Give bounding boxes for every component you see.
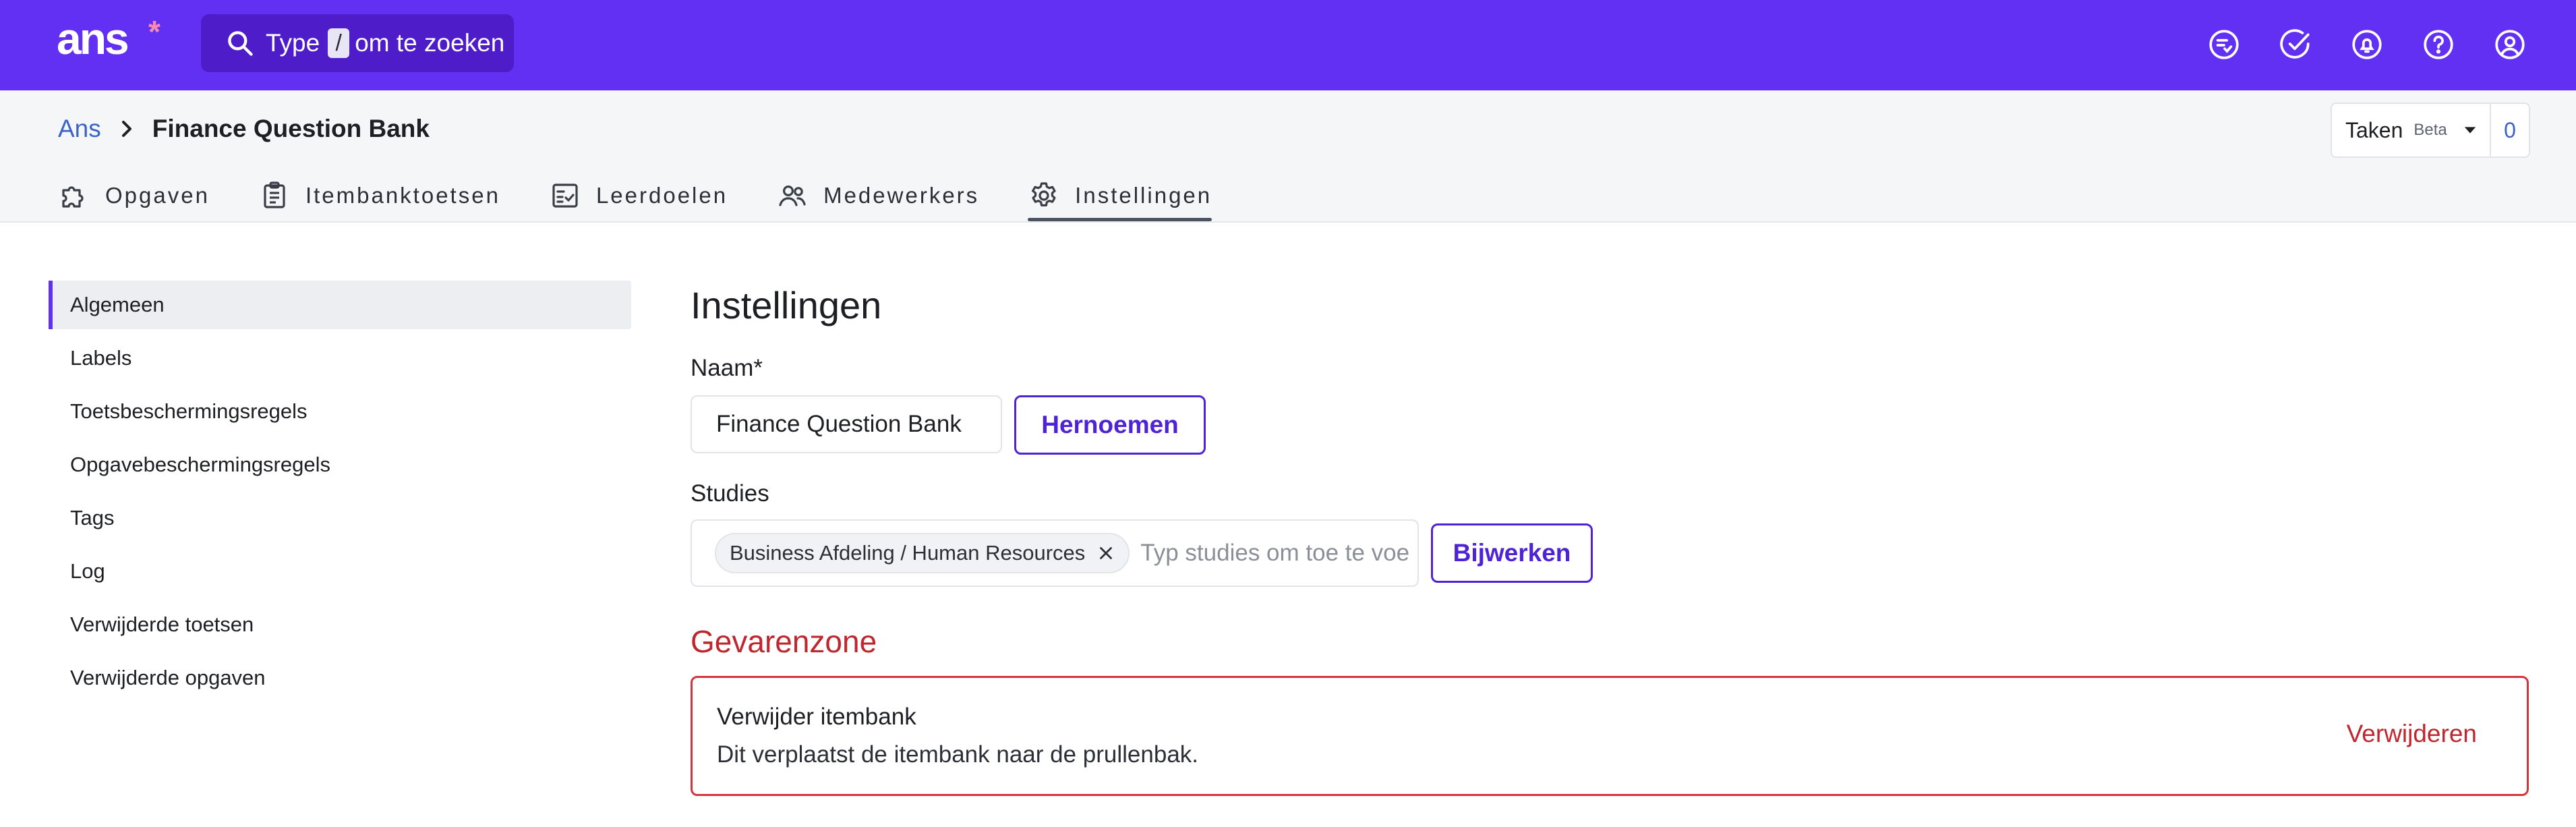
side-nav-item-tags[interactable]: Tags (49, 494, 631, 542)
breadcrumb: Ans Finance Question Bank (58, 115, 430, 143)
top-bar: ans * Type / om te zoeken (0, 0, 2576, 90)
chevron-right-icon (121, 121, 131, 137)
studies-input[interactable] (1140, 540, 1411, 567)
danger-zone-title: Gevarenzone (691, 624, 877, 659)
breadcrumb-current: Finance Question Bank (152, 115, 430, 142)
delete-button[interactable]: Verwijderen (2347, 720, 2477, 748)
tab-label: Medewerkers (823, 183, 980, 208)
side-nav-item-verwijderde-toetsen[interactable]: Verwijderde toetsen (49, 600, 631, 649)
danger-zone-card: Verwijder itembank Dit verplaatst de ite… (691, 676, 2529, 796)
tab-label: Itembanktoetsen (305, 183, 500, 208)
name-label: Naam* (691, 355, 763, 381)
name-input[interactable] (691, 395, 1002, 453)
puzzle-icon (62, 186, 84, 208)
tab-opgaven[interactable]: Opgaven (58, 170, 210, 221)
studies-label: Studies (691, 480, 769, 507)
tab-leerdoelen[interactable]: Leerdoelen (549, 170, 728, 221)
tab-label: Opgaven (105, 183, 210, 208)
taken-label: Taken (2345, 117, 2403, 142)
tab-label: Instellingen (1075, 183, 1212, 208)
tab-instellingen[interactable]: Instellingen (1028, 170, 1212, 221)
study-chip: Business Afdeling / Human Resources (715, 533, 1130, 573)
taken-dropdown[interactable]: Taken Beta 0 (2331, 103, 2530, 158)
search-suffix: om te zoeken (355, 29, 505, 57)
notification-bell-icon[interactable] (2348, 26, 2386, 63)
caret-down-icon (2464, 127, 2476, 134)
side-nav-item-labels[interactable]: Labels (49, 334, 631, 382)
side-nav-item-toetsbeschermingsregels[interactable]: Toetsbeschermingsregels (49, 387, 631, 436)
delete-itembank-description: Dit verplaatst de itembank naar de prull… (717, 741, 1199, 768)
studies-multiselect[interactable]: Business Afdeling / Human Resources (691, 519, 1419, 587)
study-chip-label: Business Afdeling / Human Resources (730, 541, 1086, 565)
tab-label: Leerdoelen (595, 183, 728, 208)
rename-button[interactable]: Hernoemen (1014, 395, 1206, 455)
sub-header: Ans Finance Question Bank Taken Beta 0 O… (0, 90, 2576, 223)
breadcrumb-root-link[interactable]: Ans (58, 115, 101, 143)
side-nav-item-algemeen[interactable]: Algemeen (49, 281, 631, 329)
search-button[interactable]: Type / om te zoeken (201, 14, 514, 72)
checklist-icon (552, 183, 578, 208)
beta-badge: Beta (2413, 121, 2447, 139)
side-nav-item-opgavebeschermingsregels[interactable]: Opgavebeschermingsregels (49, 440, 631, 489)
user-account-icon[interactable] (2491, 26, 2529, 63)
page-title: Instellingen (691, 284, 882, 326)
taken-count[interactable]: 0 (2491, 104, 2529, 156)
close-icon[interactable] (1096, 543, 1116, 563)
clipboard-icon (264, 181, 285, 208)
tab-medewerkers[interactable]: Medewerkers (776, 170, 979, 221)
tab-bar: Opgaven Itembanktoetsen Leerdoelen Medew… (58, 170, 1212, 221)
gear-icon (1032, 182, 1056, 206)
settings-main: Instellingen Naam* Hernoemen Studies Bus… (691, 277, 2529, 796)
search-prefix: Type (266, 29, 320, 57)
tab-itembanktoetsen[interactable]: Itembanktoetsen (258, 170, 500, 221)
search-icon (228, 31, 253, 56)
ans-logo[interactable]: ans * (57, 13, 160, 63)
search-shortcut-key: / (328, 28, 350, 58)
side-nav-item-verwijderde-opgaven[interactable]: Verwijderde opgaven (49, 654, 631, 702)
help-icon[interactable] (2420, 26, 2457, 63)
settings-side-nav: Algemeen Labels Toetsbeschermingsregels … (49, 281, 631, 707)
side-nav-item-log[interactable]: Log (49, 547, 631, 596)
delete-itembank-title: Verwijder itembank (717, 704, 916, 730)
tasks-icon[interactable] (2205, 26, 2243, 63)
top-icon-bar (2205, 26, 2529, 63)
update-studies-button[interactable]: Bijwerken (1431, 523, 1593, 583)
logo-star: * (148, 14, 160, 49)
users-icon (779, 186, 806, 206)
check-circle-icon[interactable] (2277, 26, 2314, 63)
logo-text: ans (57, 13, 129, 63)
